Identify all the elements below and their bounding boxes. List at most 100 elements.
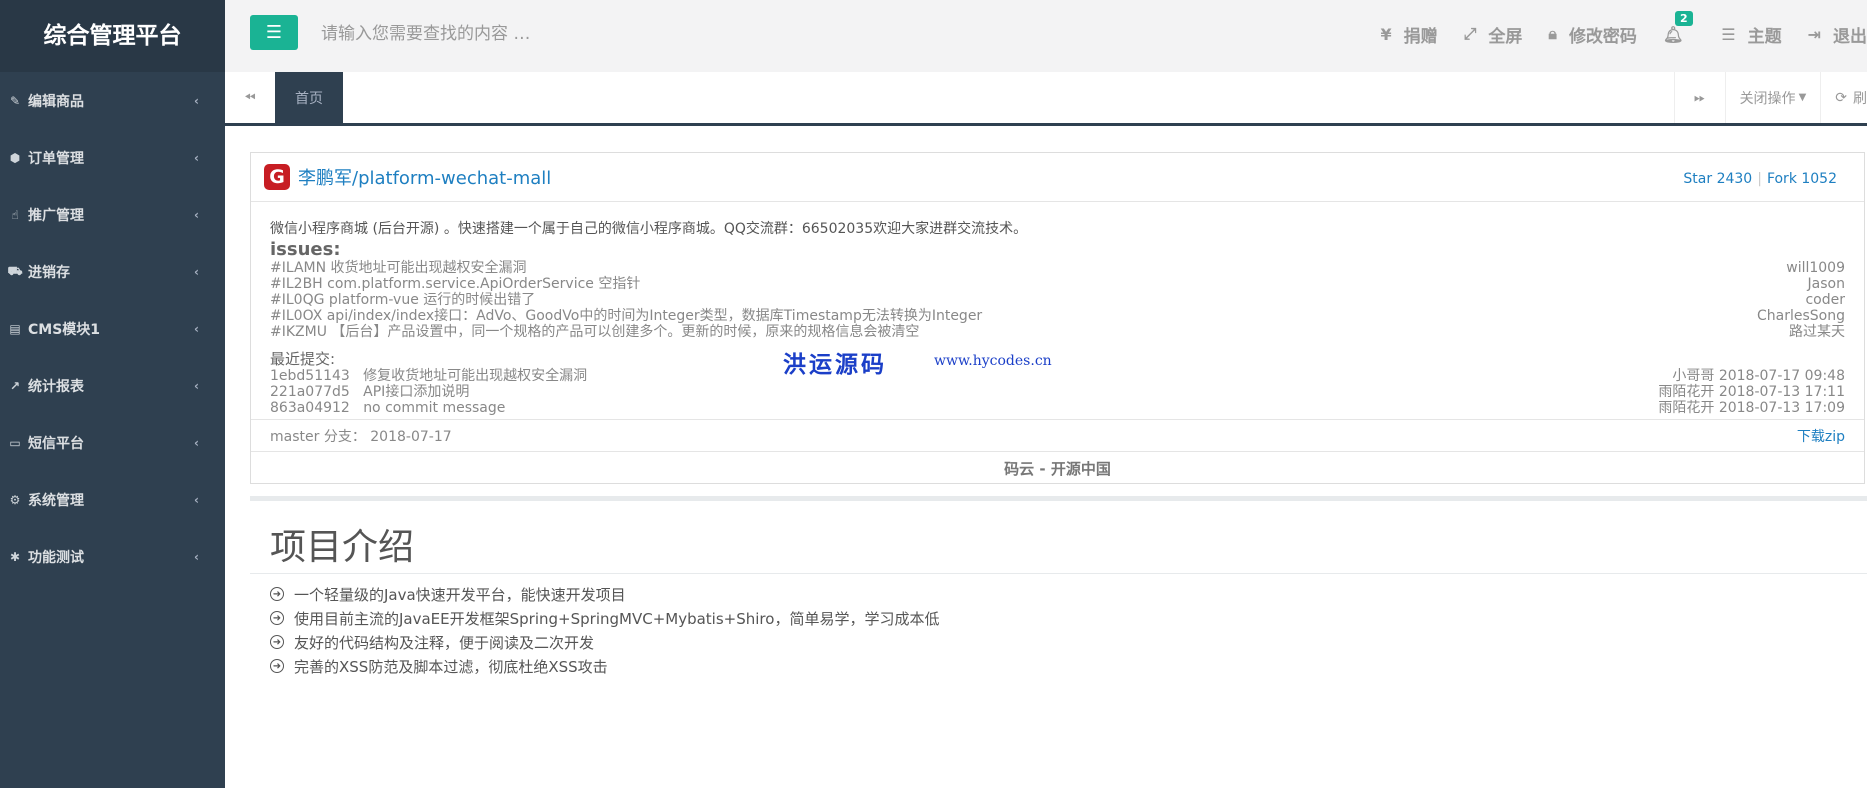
caret-down-icon: ▼ [1798,92,1807,103]
sidebar-item-label: 推广管理 [28,207,84,224]
fullscreen-button[interactable]: ⤢ 全屏 [1464,22,1523,47]
issue-row[interactable]: #IL2BH com.platform.service.ApiOrderServ… [270,276,1845,292]
cube-icon: ⬢ [9,150,21,165]
commit-row[interactable]: 863a04912 no commit message 雨陌花开 2018-07-… [270,400,1845,416]
commit-row[interactable]: 1ebd51143 修复收货地址可能出现越权安全漏洞 小哥哥 2018-07-17… [270,368,1845,384]
sidebar-item-cms[interactable]: ▤ CMS模块1 ‹ [0,300,225,357]
sidebar-item-orders[interactable]: ⬢ 订单管理 ‹ [0,129,225,186]
repo-header: G 李鹏军/platform-wechat-mall Star 2430 | F… [251,153,1864,202]
list-icon: ☰ [1721,24,1736,44]
sidebar-item-label: 进销存 [28,264,70,281]
app-title: 综合管理平台 [0,0,225,72]
stats-separator: | [1757,171,1762,187]
issue-row[interactable]: #IKZMU 【后台】产品设置中，同一个规格的产品可以创建多个。更新的时候，原来… [270,324,1845,340]
tabs-scroll-right-button[interactable]: ⏩︎ [1673,72,1725,123]
chevron-left-icon: ‹ [194,492,199,507]
issue-row[interactable]: #ILAMN 收货地址可能出现越权安全漏洞 will1009 [270,260,1845,276]
sidebar-item-test[interactable]: ✱ 功能测试 ‹ [0,528,225,585]
logout-label: 退出 [1833,26,1867,47]
sidebar: 综合管理平台 ✎ 编辑商品 ‹ ⬢ 订单管理 ‹ ☝ 推广管理 ‹ ⛟ 进销存 … [0,0,225,788]
star-count-link[interactable]: Star 2430 [1683,171,1752,187]
list-item: ➜ 使用目前主流的JavaEE开发框架Spring+SpringMVC+Mybat… [270,606,939,630]
sign-out-icon: ⇥ [1807,24,1821,44]
top-actions: ¥ 捐赠 ⤢ 全屏 🔒︎ 修改密码 🔔︎ 2 ☰ 主题 ⇥ 退出 [1380,0,1867,68]
repo-stats: Star 2430 | Fork 1052 [1683,171,1837,187]
gitee-repo-card: G 李鹏军/platform-wechat-mall Star 2430 | F… [250,152,1865,484]
tabs-scroll-left-button[interactable]: ⏪︎ [225,72,276,123]
download-zip-link[interactable]: 下载zip [1797,426,1845,446]
sidebar-item-system[interactable]: ⚙ 系统管理 ‹ [0,471,225,528]
sidebar-item-sms[interactable]: ▭ 短信平台 ‹ [0,414,225,471]
circle-arrow-right-icon: ➜ [270,659,284,673]
truck-icon: ⛟ [7,263,23,278]
intro-underline [250,573,1867,574]
chevron-left-icon: ‹ [194,435,199,450]
search-input[interactable] [319,14,883,54]
watermark-text: 洪运源码 [783,352,887,378]
donate-button[interactable]: ¥ 捐赠 [1380,22,1437,47]
repo-body: 微信小程序商城 (后台开源) 。快速搭建一个属于自己的微信小程序商城。QQ交流群… [251,202,1864,416]
commit-meta: 雨陌花开 2018-07-13 17:09 [1658,400,1845,416]
sidebar-item-inventory[interactable]: ⛟ 进销存 ‹ [0,243,225,300]
edit-icon: ✎ [9,93,21,108]
issue-text: #IL2BH com.platform.service.ApiOrderServ… [270,276,641,292]
feature-text: 一个轻量级的Java快速开发平台，能快速开发项目 [294,585,626,604]
chevron-left-icon: ‹ [194,378,199,393]
sidebar-item-edit-goods[interactable]: ✎ 编辑商品 ‹ [0,72,225,129]
yen-icon: ¥ [1380,24,1392,44]
section-divider [250,496,1867,501]
issue-row[interactable]: #IL0OX api/index/index接口：AdVo、GoodVo中的时间… [270,308,1845,324]
tabs-bar: ⏪︎ 首页 ⏩︎ 关闭操作 ▼ ⟳ 刷 [225,72,1867,126]
commit-text: 1ebd51143 修复收货地址可能出现越权安全漏洞 [270,368,588,384]
feature-text: 友好的代码结构及注释，便于阅读及二次开发 [294,633,595,652]
change-password-button[interactable]: 🔒︎ 修改密码 [1548,22,1637,47]
list-item: ➜ 友好的代码结构及注释，便于阅读及二次开发 [270,630,939,654]
bell-icon: 🔔︎ [1662,24,1684,44]
commit-meta: 小哥哥 2018-07-17 09:48 [1672,368,1845,384]
fullscreen-label: 全屏 [1488,26,1523,47]
notifications-button[interactable]: 🔔︎ 2 [1662,10,1695,44]
double-chevron-left-icon: ⏪︎ [244,89,256,106]
watermark-url: www.hycodes.cn [934,353,1052,369]
topbar: ☰ ¥ 捐赠 ⤢ 全屏 🔒︎ 修改密码 🔔︎ 2 ☰ 主题 ⇥ 退出 [225,0,1867,72]
sidebar-item-label: 短信平台 [28,435,84,452]
arrows-expand-icon: ⤢ [1463,24,1477,43]
hand-icon: ☝ [11,207,19,222]
repo-description: 微信小程序商城 (后台开源) 。快速搭建一个属于自己的微信小程序商城。QQ交流群… [270,221,1028,237]
theme-button[interactable]: ☰ 主题 [1721,22,1781,47]
lock-icon: 🔒︎ [1548,24,1557,43]
commit-row[interactable]: 221a077d5 API接口添加说明 雨陌花开 2018-07-13 17:11 [270,384,1845,400]
commit-meta: 雨陌花开 2018-07-13 17:11 [1658,384,1845,400]
refresh-icon: ⟳ [1835,89,1847,106]
issues-heading: issues: [270,239,341,260]
sidebar-item-label: 系统管理 [28,492,84,509]
gitee-footer-link[interactable]: 码云 - 开源中国 [251,451,1864,484]
feature-list: ➜ 一个轻量级的Java快速开发平台，能快速开发项目 ➜ 使用目前主流的JavaEE… [270,582,939,678]
branch-info: master 分支： 2018-07-17 [270,428,452,445]
gear-icon: ⚙ [9,492,21,507]
logout-button[interactable]: ⇥ 退出 [1808,22,1867,47]
issue-author: Jason [1807,276,1845,292]
menu-toggle-button[interactable]: ☰ [250,15,298,50]
repo-name-link[interactable]: 李鹏军/platform-wechat-mall [298,164,551,190]
sidebar-item-label: 订单管理 [28,150,84,167]
issue-row[interactable]: #IL0QG platform-vue 运行的时候出错了 coder [270,292,1845,308]
tab-tools: ⏩︎ 关闭操作 ▼ ⟳ 刷 [1673,72,1867,123]
monitor-icon: ▭ [9,435,21,450]
chevron-left-icon: ‹ [194,150,199,165]
sidebar-item-promotion[interactable]: ☝ 推广管理 ‹ [0,186,225,243]
issue-author: 路过某天 [1789,324,1845,340]
issue-text: #IL0OX api/index/index接口：AdVo、GoodVo中的时间… [270,308,983,324]
commit-text: 221a077d5 API接口添加说明 [270,384,470,400]
close-ops-dropdown[interactable]: 关闭操作 ▼ [1724,72,1821,123]
hamburger-icon: ☰ [265,21,283,43]
list-item: ➜ 完善的XSS防范及脚本过滤，彻底杜绝XSS攻击 [270,654,939,678]
fork-count-link[interactable]: Fork 1052 [1767,171,1837,187]
close-ops-label: 关闭操作 [1739,90,1796,107]
tab-home[interactable]: 首页 [275,72,343,123]
sidebar-item-reports[interactable]: ↗ 统计报表 ‹ [0,357,225,414]
refresh-button[interactable]: ⟳ 刷 [1820,72,1867,123]
gitee-logo-icon: G [264,164,290,190]
chevron-left-icon: ‹ [194,93,199,108]
theme-label: 主题 [1747,26,1782,47]
